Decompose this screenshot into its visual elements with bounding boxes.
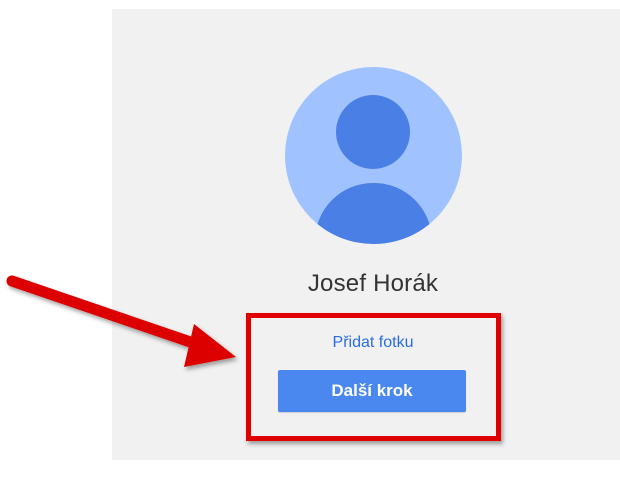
avatar-body: [315, 183, 432, 244]
next-step-button[interactable]: Další krok: [278, 370, 466, 412]
avatar-head: [336, 95, 410, 169]
default-user-avatar-icon: [285, 67, 462, 244]
user-name: Josef Horák: [307, 270, 439, 297]
stage: Josef Horák Přidat fotku Další krok: [0, 0, 620, 489]
add-photo-link[interactable]: Přidat fotku: [248, 334, 498, 352]
